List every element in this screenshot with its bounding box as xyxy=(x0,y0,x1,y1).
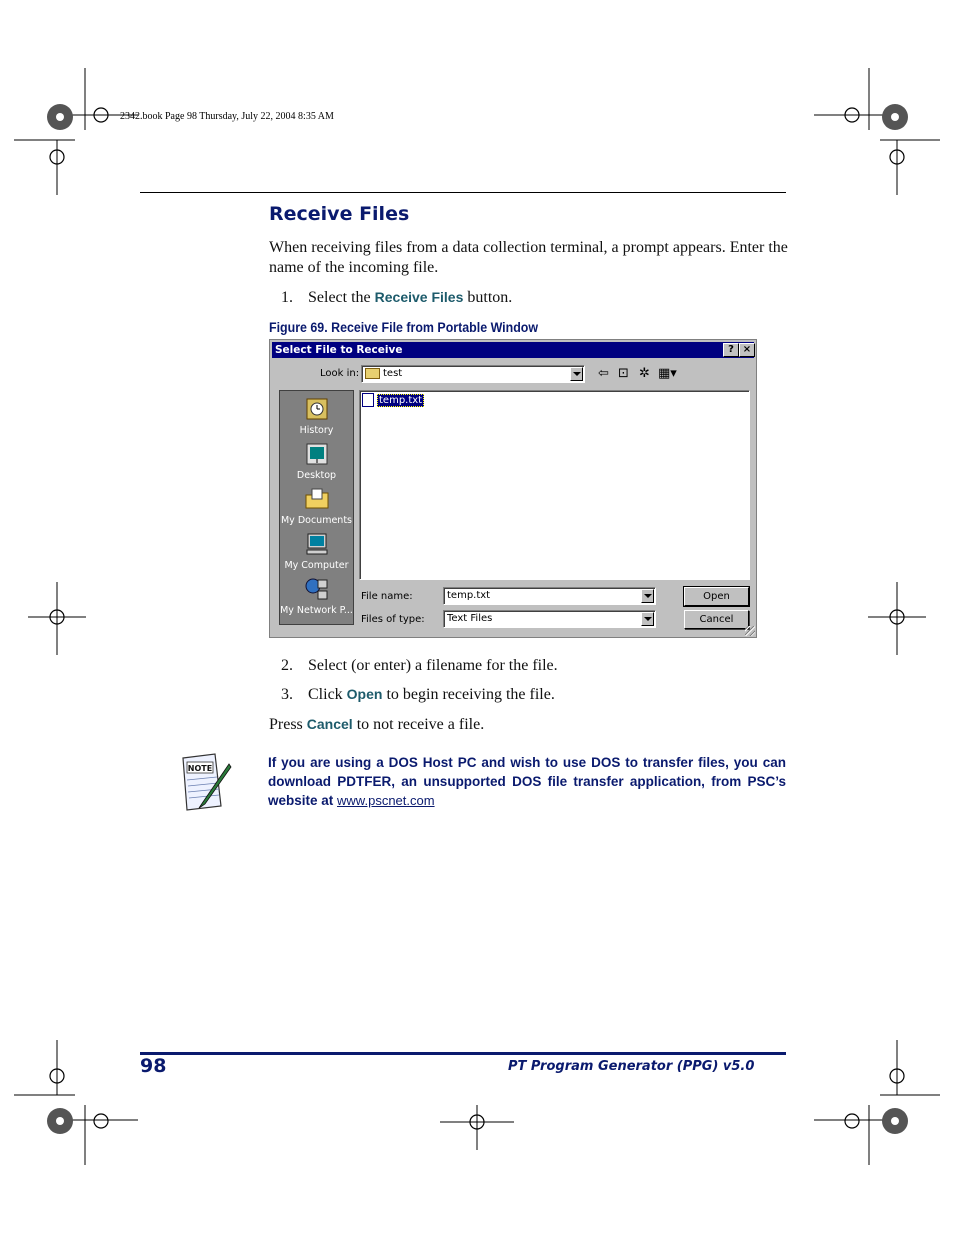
header-rule xyxy=(140,192,786,193)
history-icon xyxy=(306,398,327,420)
place-my-network[interactable]: My Network P... xyxy=(280,577,353,616)
footer-title: PT Program Generator (PPG) v5.0 xyxy=(508,1059,755,1074)
file-type-value: Text Files xyxy=(447,613,493,624)
note-icon: NOTE xyxy=(177,750,233,812)
file-name-input[interactable]: temp.txt xyxy=(443,587,656,605)
section-heading: Receive Files xyxy=(269,203,410,225)
place-history[interactable]: History xyxy=(280,397,353,436)
print-slug: 2342.book Page 98 Thursday, July 22, 200… xyxy=(120,111,334,122)
note-text: If you are using a DOS Host PC and wish … xyxy=(268,753,786,810)
website-link[interactable]: www.pscnet.com xyxy=(337,793,435,808)
step-number: 2. xyxy=(281,657,293,674)
chevron-down-icon[interactable] xyxy=(570,367,583,381)
press-keyword: Cancel xyxy=(306,716,353,732)
file-name-value: temp.txt xyxy=(447,590,491,601)
step-keyword: Receive Files xyxy=(374,289,464,305)
open-button[interactable]: Open xyxy=(683,586,750,607)
cancel-paragraph: Press Cancel to not receive a file. xyxy=(269,714,484,735)
figure-caption: Figure 69. Receive File from Portable Wi… xyxy=(269,320,539,335)
chevron-down-icon[interactable] xyxy=(641,612,654,626)
dialog-title: Select File to Receive xyxy=(275,344,403,356)
page-number: 98 xyxy=(140,1055,167,1077)
place-label: History xyxy=(299,425,334,436)
folder-icon xyxy=(365,367,380,379)
press-text: to not receive a file. xyxy=(352,716,485,733)
up-folder-icon[interactable]: ⊡ xyxy=(618,366,629,381)
step-text: to begin receiving the file. xyxy=(382,686,555,703)
text-file-icon xyxy=(362,393,374,407)
back-icon[interactable]: ⇦ xyxy=(598,366,609,381)
place-label: My Computer xyxy=(284,560,349,571)
step-keyword: Open xyxy=(346,686,383,702)
step-text: Click xyxy=(308,686,347,703)
look-in-label: Look in: xyxy=(320,368,360,379)
step-text: Select (or enter) a filename for the fil… xyxy=(308,657,558,674)
file-type-dropdown[interactable]: Text Files xyxy=(443,610,656,628)
place-desktop[interactable]: Desktop xyxy=(280,442,353,481)
chevron-down-icon[interactable] xyxy=(641,589,654,603)
step-text: button. xyxy=(463,289,513,306)
documents-folder-icon xyxy=(305,488,328,509)
view-menu-icon[interactable]: ▦▾ xyxy=(658,366,677,381)
file-name-label: File name: xyxy=(361,591,413,602)
place-my-computer[interactable]: My Computer xyxy=(280,532,353,571)
close-button[interactable]: × xyxy=(739,343,755,357)
step-number: 1. xyxy=(281,289,293,306)
press-text: Press xyxy=(269,716,307,733)
place-label: My Documents xyxy=(280,515,352,526)
dialog-title-bar: Select File to Receive xyxy=(272,342,754,358)
step-1: 1. Select the Receive Files button. xyxy=(281,287,512,308)
select-file-dialog: Select File to Receive ? × Look in: test… xyxy=(269,339,757,638)
intro-paragraph: When receiving files from a data collect… xyxy=(269,239,788,276)
place-label: My Network P... xyxy=(280,605,353,616)
help-button[interactable]: ? xyxy=(723,343,739,357)
file-item[interactable]: temp.txt xyxy=(362,393,425,407)
note-icon-label: NOTE xyxy=(188,764,212,773)
cancel-button[interactable]: Cancel xyxy=(684,610,749,629)
step-2: 2. Select (or enter) a filename for the f… xyxy=(281,656,558,676)
footer-rule xyxy=(140,1052,786,1055)
step-text: Select the xyxy=(308,289,375,306)
desktop-icon xyxy=(306,443,327,465)
network-icon xyxy=(305,578,327,600)
resize-grip[interactable] xyxy=(745,626,755,636)
step-3: 3. Click Open to begin receiving the file… xyxy=(281,684,555,705)
place-label: Desktop xyxy=(296,470,337,481)
places-bar: History Desktop My Documents My Computer… xyxy=(279,390,354,625)
file-type-label: Files of type: xyxy=(361,614,425,625)
step-number: 3. xyxy=(281,686,293,703)
file-name: temp.txt xyxy=(377,394,425,407)
new-folder-icon[interactable]: ✲ xyxy=(639,366,650,381)
look-in-value: test xyxy=(383,368,403,379)
file-list[interactable]: temp.txt xyxy=(359,390,750,580)
place-my-documents[interactable]: My Documents xyxy=(280,487,353,526)
look-in-dropdown[interactable]: test xyxy=(361,365,585,383)
computer-icon xyxy=(306,533,327,555)
